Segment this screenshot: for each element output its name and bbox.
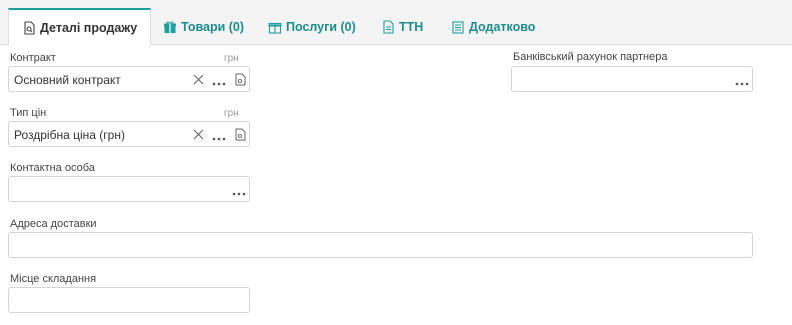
price-type-field[interactable]: Роздрібна ціна (грн) xyxy=(8,121,250,147)
contract-label: Контракт xyxy=(10,52,56,64)
price-type-label: Тип цін xyxy=(10,107,47,119)
clear-icon[interactable] xyxy=(191,122,205,146)
clear-icon[interactable] xyxy=(191,67,205,91)
bank-account-field[interactable] xyxy=(511,66,753,92)
document-search-icon xyxy=(22,20,36,35)
delivery-address-field[interactable] xyxy=(8,232,753,258)
contract-value: Основний контракт xyxy=(14,73,121,87)
contract-currency: грн xyxy=(224,53,239,64)
open-document-icon[interactable] xyxy=(233,122,247,146)
gift-icon xyxy=(163,20,177,34)
tab-goods[interactable]: Товари (0) xyxy=(163,8,244,45)
tab-bar: Деталі продажу Товари (0) Послуги (0) ТТ… xyxy=(0,0,792,46)
price-type-value: Роздрібна ціна (грн) xyxy=(14,128,125,142)
delivery-address-label: Адреса доставки xyxy=(10,218,97,230)
tab-additional[interactable]: Додатково xyxy=(451,8,535,45)
tab-waybill[interactable]: ТТН xyxy=(381,8,423,45)
tab-services[interactable]: Послуги (0) xyxy=(268,8,356,45)
document-icon xyxy=(381,19,395,34)
contact-person-field[interactable] xyxy=(8,176,250,202)
tab-label: Послуги (0) xyxy=(286,19,356,34)
place-of-compilation-field[interactable] xyxy=(8,287,250,313)
tab-label: Деталі продажу xyxy=(40,20,138,35)
place-of-compilation-label: Місце складання xyxy=(10,273,97,285)
bank-account-label: Банківський рахунок партнера xyxy=(513,51,668,63)
gift-outline-icon xyxy=(268,20,282,34)
contact-person-label: Контактна особа xyxy=(10,162,95,174)
tab-sale-details[interactable]: Деталі продажу xyxy=(8,8,152,46)
tab-label: ТТН xyxy=(399,19,424,34)
tab-label: Додатково xyxy=(469,19,536,34)
price-type-currency: грн xyxy=(224,108,239,119)
open-document-icon[interactable] xyxy=(233,67,247,91)
contract-field[interactable]: Основний контракт xyxy=(8,66,250,92)
more-icon[interactable] xyxy=(211,67,227,91)
more-icon[interactable] xyxy=(211,122,227,146)
notes-icon xyxy=(451,20,465,34)
more-icon[interactable] xyxy=(231,177,247,201)
more-icon[interactable] xyxy=(734,67,750,91)
tab-label: Товари (0) xyxy=(181,19,245,34)
